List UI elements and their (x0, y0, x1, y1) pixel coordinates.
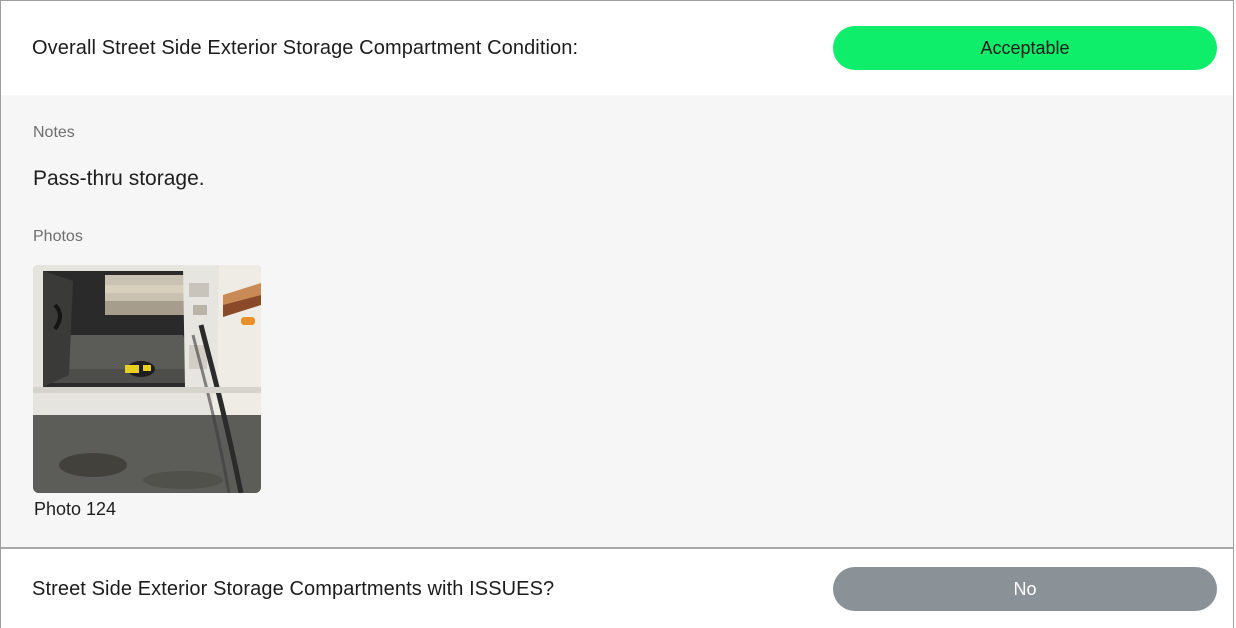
condition-answer-button[interactable]: Acceptable (833, 26, 1217, 70)
issues-question-row: Street Side Exterior Storage Compartment… (1, 547, 1233, 628)
condition-question-row: Overall Street Side Exterior Storage Com… (1, 1, 1233, 95)
details-panel: Notes Pass-thru storage. Photos Photo 12… (1, 95, 1233, 547)
rv-storage-compartment-photo (33, 265, 261, 493)
photos-label: Photos (33, 228, 83, 245)
notes-text: Pass-thru storage. (33, 167, 205, 190)
photo-thumbnail[interactable] (33, 265, 261, 493)
issues-question-label: Street Side Exterior Storage Compartment… (32, 577, 555, 600)
condition-question-label: Overall Street Side Exterior Storage Com… (32, 36, 579, 59)
notes-label: Notes (33, 124, 75, 141)
issues-answer-button[interactable]: No (833, 567, 1217, 611)
photo-caption: Photo 124 (34, 499, 117, 519)
inspection-panel: Overall Street Side Exterior Storage Com… (0, 0, 1234, 628)
